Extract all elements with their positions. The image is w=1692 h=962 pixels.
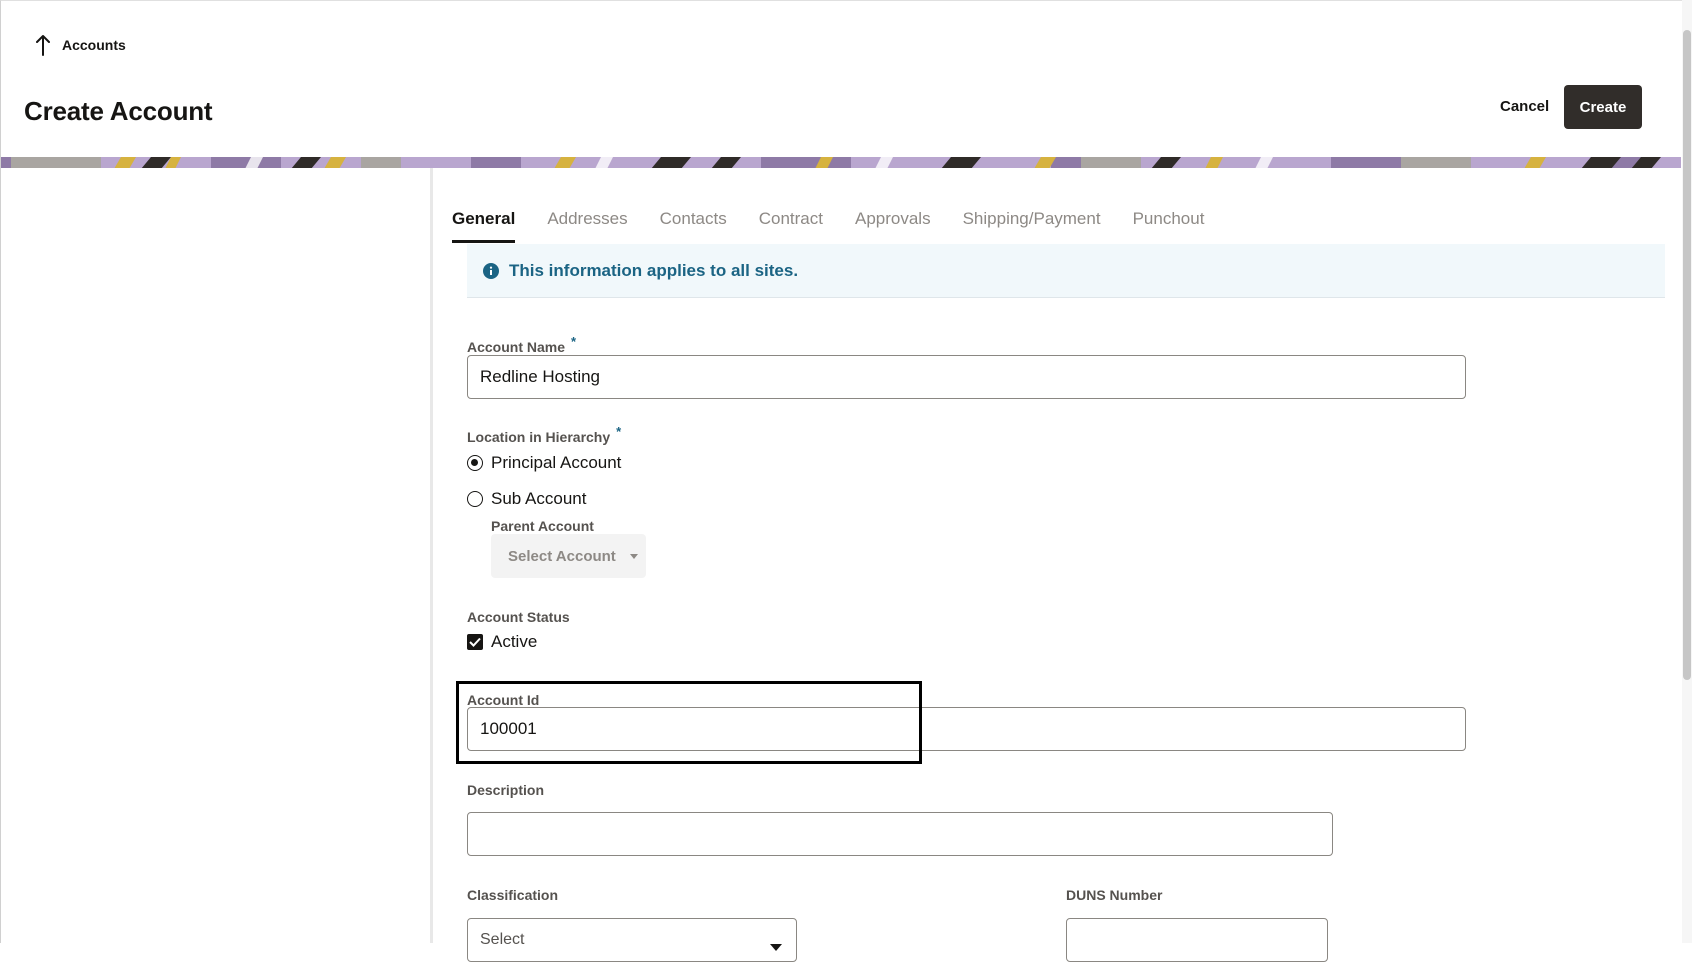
radio-sub-label: Sub Account	[491, 489, 587, 508]
create-button[interactable]: Create	[1564, 85, 1642, 129]
tab-contacts[interactable]: Contacts	[660, 206, 727, 243]
info-icon	[483, 262, 499, 279]
classification-select[interactable]: Select	[467, 918, 797, 962]
duns-number-input[interactable]	[1066, 918, 1328, 962]
parent-account-placeholder: Select Account	[508, 547, 616, 565]
account-name-input[interactable]	[467, 355, 1466, 399]
parent-account-select: Select Account	[491, 534, 646, 578]
left-panel	[1, 168, 433, 943]
info-text: This information applies to all sites.	[509, 260, 799, 280]
radio-button-checked[interactable]	[467, 455, 483, 471]
account-status-label: Account Status	[467, 609, 570, 625]
required-indicator: *	[571, 334, 577, 349]
checkbox-checked-icon[interactable]	[467, 634, 483, 650]
highlight-annotation	[456, 681, 922, 764]
info-message: This information applies to all sites.	[467, 244, 1665, 298]
back-to-accounts-link[interactable]: Accounts	[36, 34, 126, 56]
chevron-down-icon	[629, 553, 638, 559]
cancel-button[interactable]: Cancel	[1488, 84, 1561, 128]
tab-punchout[interactable]: Punchout	[1133, 206, 1205, 243]
classification-value: Select	[480, 931, 525, 948]
back-link-label: Accounts	[62, 37, 126, 53]
required-indicator: *	[616, 424, 622, 439]
tab-general[interactable]: General	[452, 206, 516, 243]
description-input[interactable]	[467, 812, 1333, 856]
account-name-label: Account Name *	[467, 334, 577, 355]
tab-addresses[interactable]: Addresses	[547, 206, 627, 243]
page-scrollbar[interactable]	[1682, 0, 1692, 943]
radio-principal-label: Principal Account	[491, 453, 622, 472]
active-checkbox-label: Active	[491, 632, 538, 651]
radio-sub-account[interactable]: Sub Account	[467, 489, 586, 509]
active-checkbox[interactable]: Active	[467, 632, 537, 652]
scrollbar-thumb[interactable]	[1683, 30, 1691, 680]
duns-number-label: DUNS Number	[1066, 887, 1163, 903]
tab-shipping-payment[interactable]: Shipping/Payment	[963, 206, 1101, 243]
chevron-down-icon	[770, 943, 782, 951]
arrow-up-icon	[36, 35, 50, 56]
description-label: Description	[467, 782, 545, 798]
classification-label: Classification	[467, 887, 559, 903]
page-title: Create Account	[24, 96, 213, 126]
location-hierarchy-label: Location in Hierarchy *	[467, 424, 622, 445]
decorative-banner	[1, 156, 1681, 168]
tab-contract[interactable]: Contract	[759, 206, 823, 243]
tab-bar: General Addresses Contacts Contract Appr…	[452, 206, 1236, 243]
parent-account-label: Parent Account	[491, 518, 594, 534]
radio-principal-account[interactable]: Principal Account	[467, 453, 621, 473]
radio-button[interactable]	[467, 491, 483, 507]
tab-approvals[interactable]: Approvals	[855, 206, 931, 243]
